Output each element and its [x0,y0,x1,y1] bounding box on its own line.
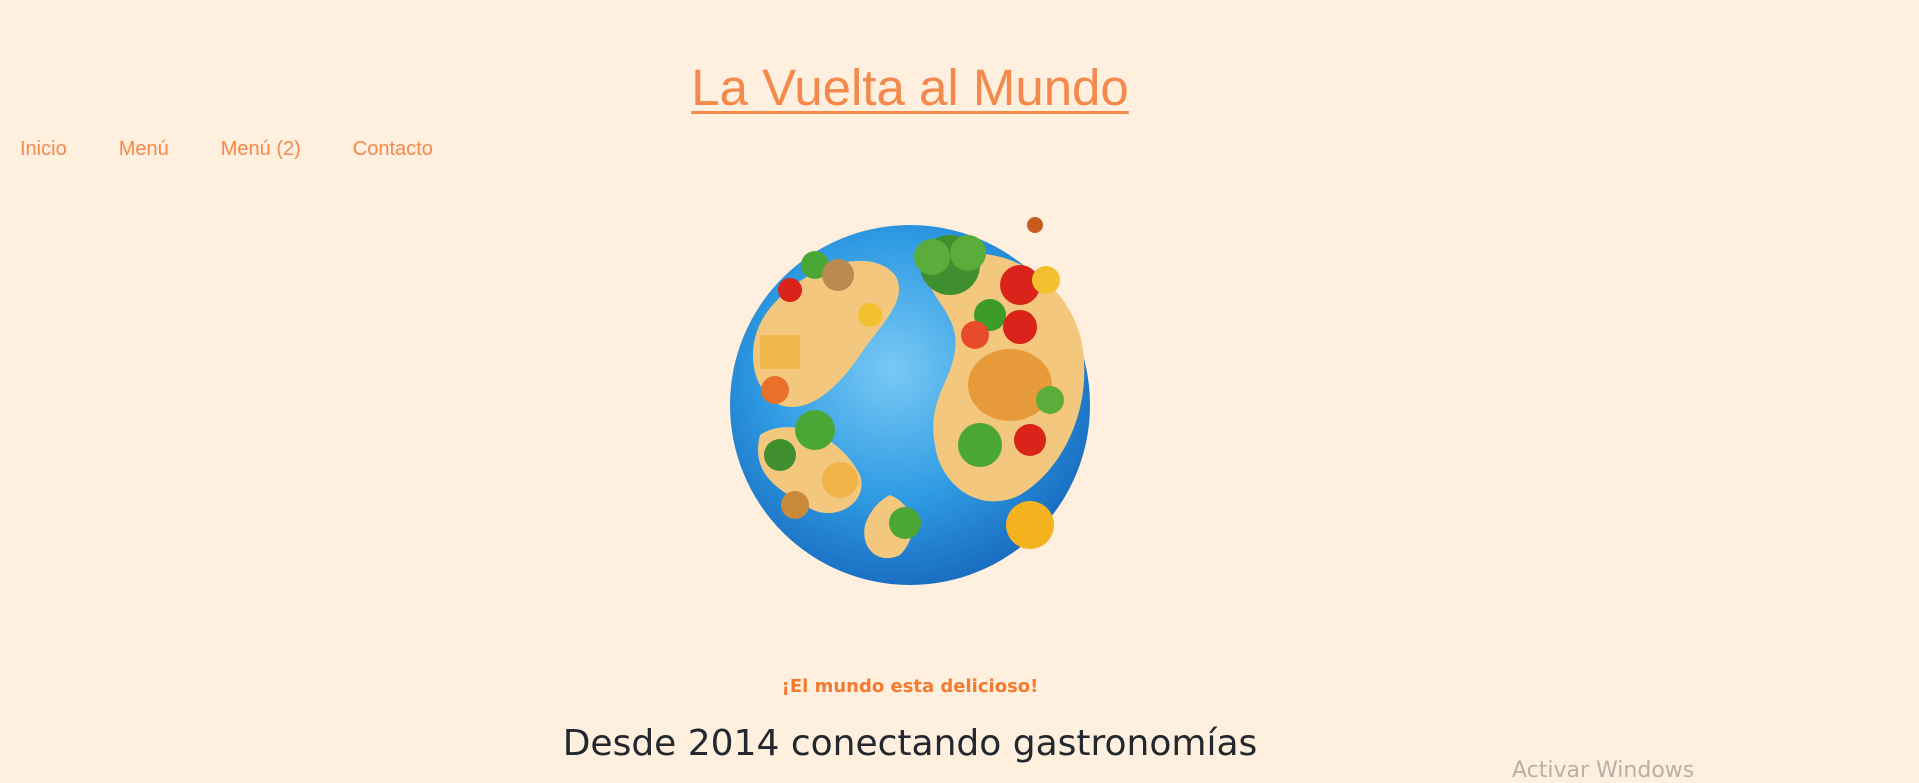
site-title-link[interactable]: La Vuelta al Mundo [691,59,1129,116]
hero-image [720,205,1100,595]
site-title: La Vuelta al Mundo [0,58,1820,118]
food-globe-icon [730,217,1090,585]
main-nav: Inicio Menú Menú (2) Contacto [20,137,485,161]
nav-item-menu-2[interactable]: Menú (2) [221,137,301,161]
tagline: ¡El mundo esta delicioso! [781,676,1039,697]
nav-item-inicio[interactable]: Inicio [20,137,67,161]
nav-item-menu[interactable]: Menú [119,137,169,161]
activation-watermark: Activar Windows [1512,758,1695,783]
nav-item-contacto[interactable]: Contacto [353,137,433,161]
